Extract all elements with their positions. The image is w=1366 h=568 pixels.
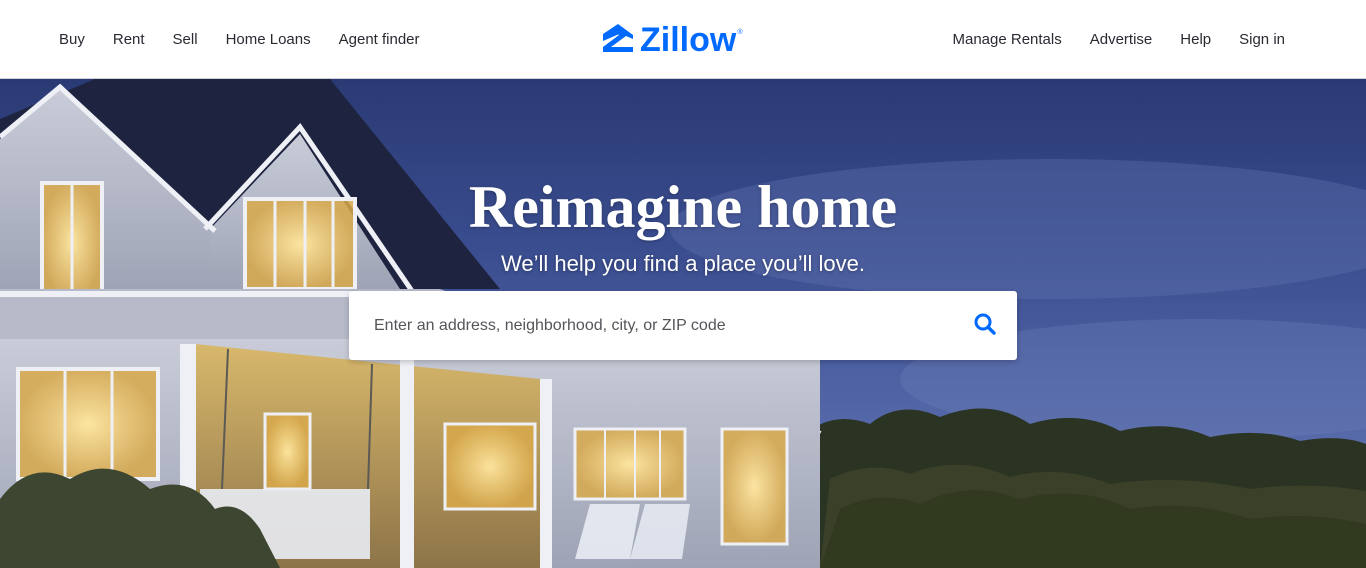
hero-subtitle: We’ll help you find a place you’ll love. <box>500 251 866 276</box>
nav-link-buy[interactable]: Buy <box>59 31 85 48</box>
registered-mark: ® <box>737 28 743 36</box>
zillow-house-icon <box>602 22 634 59</box>
search-button[interactable] <box>967 308 1003 344</box>
top-navigation-bar: Buy Rent Sell Home Loans Agent finder Zi… <box>0 0 1366 79</box>
nav-link-sell[interactable]: Sell <box>173 31 198 48</box>
nav-link-help[interactable]: Help <box>1180 31 1211 48</box>
secondary-nav: Manage Rentals Advertise Help Sign in <box>925 0 1286 79</box>
hero-banner: Reimagine home We’ll help you find a pla… <box>0 79 1366 568</box>
search-box <box>349 291 1017 360</box>
nav-link-agent-finder[interactable]: Agent finder <box>339 31 420 48</box>
search-input[interactable] <box>349 291 949 360</box>
nav-link-rent[interactable]: Rent <box>113 31 145 48</box>
search-icon <box>974 313 996 340</box>
nav-link-advertise[interactable]: Advertise <box>1090 31 1153 48</box>
zillow-logo[interactable]: Zillow ® <box>602 22 743 58</box>
logo-wordmark: Zillow <box>640 21 737 59</box>
hero-title: Reimagine home <box>468 174 898 241</box>
nav-link-manage-rentals[interactable]: Manage Rentals <box>953 31 1062 48</box>
primary-nav: Buy Rent Sell Home Loans Agent finder <box>59 0 448 79</box>
nav-link-sign-in[interactable]: Sign in <box>1239 31 1285 48</box>
nav-link-home-loans[interactable]: Home Loans <box>226 31 311 48</box>
